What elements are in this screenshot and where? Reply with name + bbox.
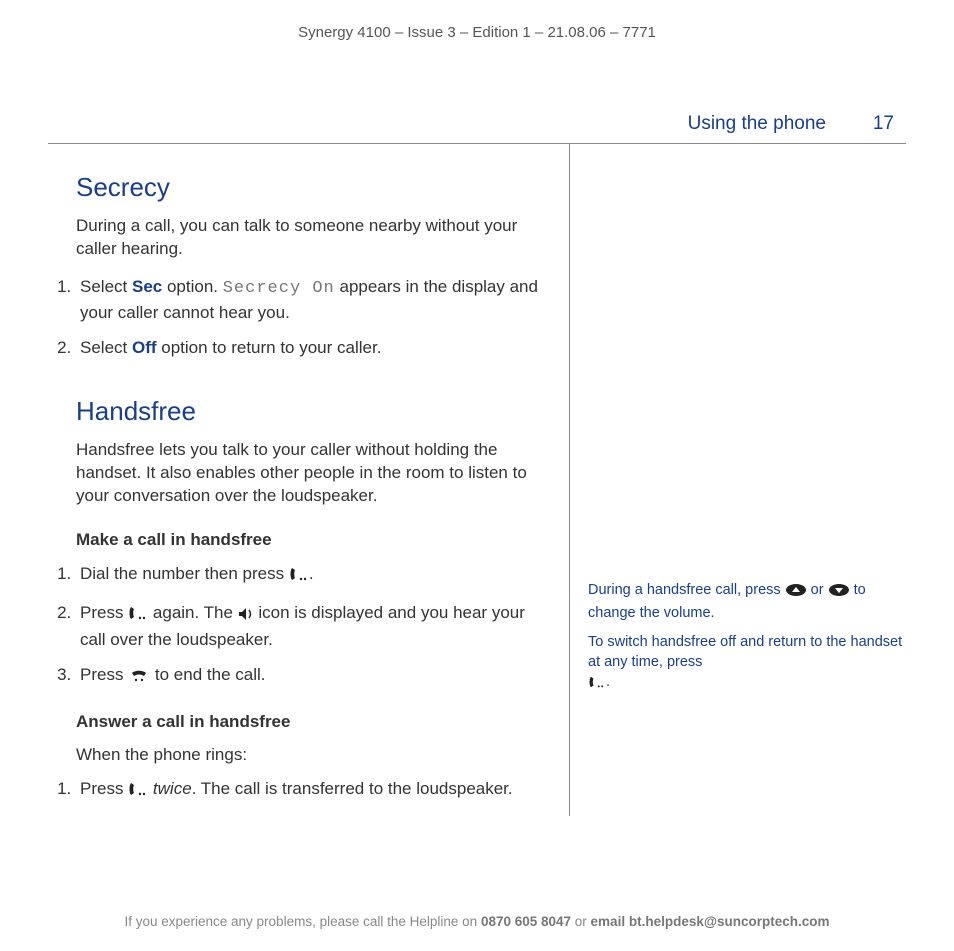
heading-secrecy: Secrecy	[76, 172, 551, 203]
text: option to return to your caller.	[157, 338, 382, 357]
helpline-phone: 0870 605 8047	[481, 914, 571, 929]
list-item: Select Sec option. Secrecy On appears in…	[76, 275, 551, 325]
content-columns: Secrecy During a call, you can talk to s…	[48, 144, 906, 816]
spacer	[588, 172, 906, 580]
page-number: 17	[866, 113, 894, 135]
list-item: Press again. The icon is displayed and y…	[76, 601, 551, 652]
talk-key-icon	[128, 780, 148, 804]
email-prefix: email	[591, 914, 629, 929]
running-head: Using the phone 17	[48, 113, 906, 135]
text: .	[606, 674, 610, 690]
secrecy-intro: During a call, you can talk to someone n…	[76, 215, 551, 261]
document-page: Synergy 4100 – Issue 3 – Edition 1 – 21.…	[0, 0, 954, 951]
answer-call-steps: Press twice. The call is transferred to …	[48, 777, 551, 804]
text: again. The	[148, 603, 237, 622]
side-column: During a handsfree call, press or to cha…	[570, 144, 906, 816]
list-item: Press to end the call.	[76, 663, 551, 690]
display-text: Secrecy On	[223, 279, 335, 298]
heading-handsfree: Handsfree	[76, 396, 551, 427]
list-item: Dial the number then press .	[76, 562, 551, 589]
talk-key-icon	[588, 675, 606, 695]
text: Select	[80, 277, 132, 296]
answer-intro: When the phone rings:	[76, 744, 551, 767]
option-off: Off	[132, 338, 157, 357]
handsfree-block: Handsfree Handsfree lets you talk to you…	[48, 396, 551, 804]
up-button-icon	[785, 583, 807, 603]
text: .	[309, 564, 314, 583]
italic-text: twice	[153, 779, 192, 798]
subhead-make-call: Make a call in handsfree	[76, 530, 551, 550]
text: to end the call.	[150, 665, 265, 684]
section-title: Using the phone	[688, 113, 826, 135]
text: Press	[80, 779, 128, 798]
text: If you experience any problems, please c…	[124, 914, 480, 929]
text: . The call is transferred to the loudspe…	[192, 779, 513, 798]
down-button-icon	[828, 583, 850, 603]
text: option.	[162, 277, 223, 296]
talk-key-icon	[128, 604, 148, 628]
text: During a handsfree call, press	[588, 582, 785, 598]
end-key-icon	[128, 666, 150, 690]
text: Select	[80, 338, 132, 357]
text: Press	[80, 665, 128, 684]
text: or	[571, 914, 591, 929]
helpline-email: bt.helpdesk@suncorptech.com	[629, 914, 830, 929]
text: To switch handsfree off and return to th…	[588, 634, 902, 670]
list-item: Press twice. The call is transferred to …	[76, 777, 551, 804]
page-footer: If you experience any problems, please c…	[0, 914, 954, 929]
talk-key-icon	[289, 565, 309, 589]
list-item: Select Off option to return to your call…	[76, 336, 551, 360]
handsfree-intro: Handsfree lets you talk to your caller w…	[76, 439, 551, 508]
main-column: Secrecy During a call, you can talk to s…	[48, 144, 570, 816]
side-note-switch-off: To switch handsfree off and return to th…	[588, 632, 906, 696]
text: Dial the number then press	[80, 564, 289, 583]
secrecy-steps: Select Sec option. Secrecy On appears in…	[48, 275, 551, 360]
subhead-answer-call: Answer a call in handsfree	[76, 712, 551, 732]
text: Press	[80, 603, 128, 622]
option-sec: Sec	[132, 277, 162, 296]
make-call-steps: Dial the number then press . Press again…	[48, 562, 551, 690]
speaker-icon	[238, 604, 254, 628]
text: or	[807, 582, 828, 598]
document-header: Synergy 4100 – Issue 3 – Edition 1 – 21.…	[48, 24, 906, 41]
side-note-volume: During a handsfree call, press or to cha…	[588, 580, 906, 624]
